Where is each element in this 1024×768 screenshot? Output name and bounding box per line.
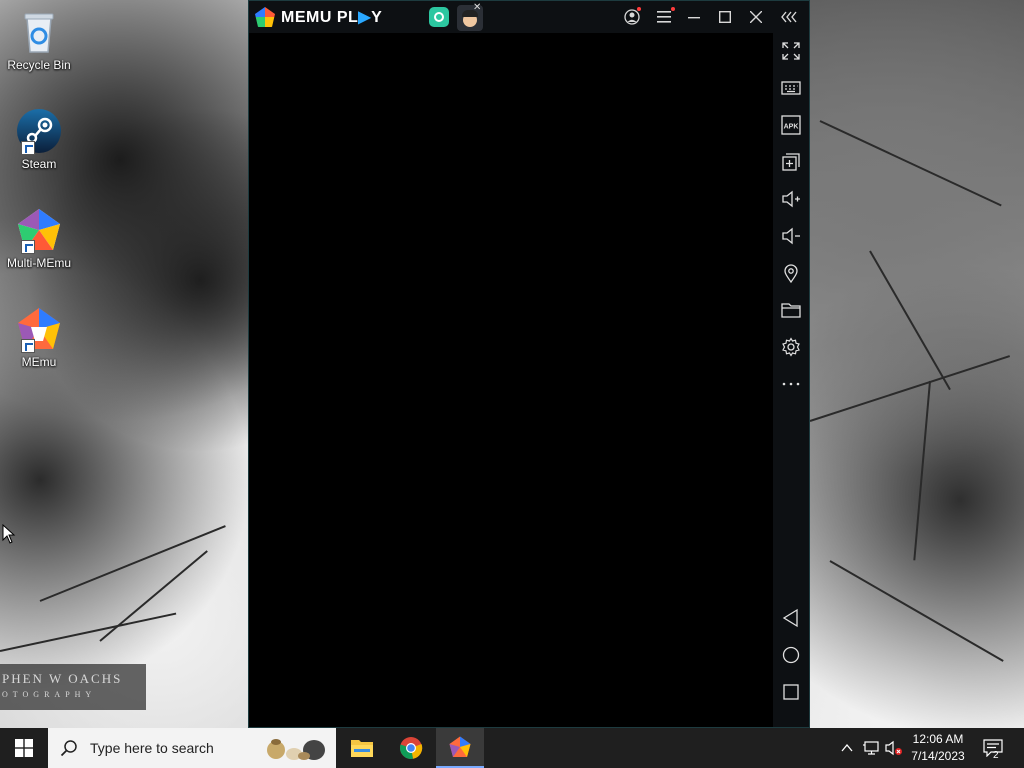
action-center-button[interactable] (980, 728, 1006, 768)
memu-title-bar[interactable]: MEMU PL▶Y ✕ (249, 1, 809, 33)
desktop-icon-label: MEmu (21, 355, 57, 369)
multi-window-icon[interactable] (779, 150, 803, 174)
app-tab-icon[interactable] (429, 7, 449, 27)
windows-icon (15, 739, 33, 757)
taskbar-file-explorer[interactable] (338, 728, 386, 768)
clock-date: 7/14/2023 (911, 749, 965, 763)
desktop-wallpaper-right (809, 0, 1024, 728)
search-highlight-icon (267, 739, 325, 760)
network-tray-button[interactable] (860, 728, 882, 768)
collapse-sidebar-icon[interactable] (779, 7, 801, 27)
desktop-icon-memu[interactable]: MEmu (4, 305, 74, 369)
desktop-icon-label: Multi-MEmu (6, 256, 71, 270)
desktop-icon-label: Steam (21, 157, 57, 171)
taskbar-clock[interactable]: 12:06 AM 7/14/2023 (900, 731, 976, 765)
logo-text-accent: ▶ (358, 9, 372, 26)
watermark-line1: PHEN W OACHS (2, 671, 123, 686)
memu-logo-text: MEMU PL▶Y (281, 7, 382, 27)
desktop-icon-recycle-bin[interactable]: Recycle Bin (4, 8, 74, 72)
recycle-bin-icon (15, 8, 63, 56)
show-hidden-icons-button[interactable] (838, 728, 856, 768)
volume-up-icon[interactable] (779, 187, 803, 211)
shortcut-arrow-icon (21, 141, 35, 155)
memu-icon (15, 305, 63, 353)
more-icon[interactable] (779, 372, 803, 396)
network-icon (863, 741, 879, 755)
desktop-icon-label: Recycle Bin (7, 58, 71, 72)
settings-icon[interactable] (779, 335, 803, 359)
watermark-line2: OTOGRAPHY (2, 690, 97, 699)
memu-icon (449, 736, 471, 757)
taskbar-chrome[interactable] (387, 728, 435, 768)
android-screen[interactable] (249, 33, 773, 727)
steam-icon (15, 107, 63, 155)
start-button[interactable] (0, 728, 48, 768)
account-icon[interactable] (621, 7, 643, 27)
location-icon[interactable] (779, 261, 803, 285)
desktop-icon-steam[interactable]: Steam (4, 107, 74, 171)
taskbar: Type here to search 12:06 AM 7/14/2023 2 (0, 728, 1024, 768)
clock-time: 12:06 AM (912, 732, 964, 746)
maximize-icon[interactable] (714, 7, 736, 27)
menu-icon[interactable] (653, 7, 675, 27)
apk-icon[interactable]: APK (779, 113, 803, 137)
memu-window: MEMU PL▶Y ✕ APK (248, 0, 810, 728)
file-explorer-icon (351, 740, 373, 757)
chrome-icon (400, 737, 423, 759)
desktop-icon-multi-memu[interactable]: Multi-MEmu (4, 206, 74, 270)
memu-sidebar: APK (773, 33, 809, 727)
volume-down-icon[interactable] (779, 224, 803, 248)
multi-memu-icon (15, 206, 63, 254)
back-icon[interactable] (779, 606, 803, 630)
home-icon[interactable] (779, 643, 803, 667)
search-icon (60, 740, 77, 757)
mouse-cursor-icon (2, 524, 16, 544)
logo-text-prefix: MEMU PL (281, 9, 359, 26)
recents-icon[interactable] (779, 680, 803, 704)
taskbar-memu[interactable] (436, 728, 484, 768)
memu-logo-icon (255, 7, 275, 27)
logo-text-suffix: Y (371, 9, 383, 26)
tab-close-icon[interactable]: ✕ (473, 2, 481, 13)
keyboard-icon[interactable] (779, 76, 803, 100)
apk-label: APK (784, 124, 799, 131)
notification-count: 2 (993, 750, 999, 761)
close-icon[interactable] (745, 7, 767, 27)
shortcut-arrow-icon (21, 339, 35, 353)
fullscreen-icon[interactable] (779, 39, 803, 63)
minimize-icon[interactable] (683, 7, 705, 27)
folder-icon[interactable] (779, 298, 803, 322)
shortcut-arrow-icon (21, 240, 35, 254)
search-placeholder: Type here to search (90, 740, 214, 756)
taskbar-search-box[interactable]: Type here to search (48, 728, 336, 768)
wallpaper-watermark: PHEN W OACHS OTOGRAPHY (0, 664, 146, 710)
chevron-up-icon (841, 744, 853, 752)
